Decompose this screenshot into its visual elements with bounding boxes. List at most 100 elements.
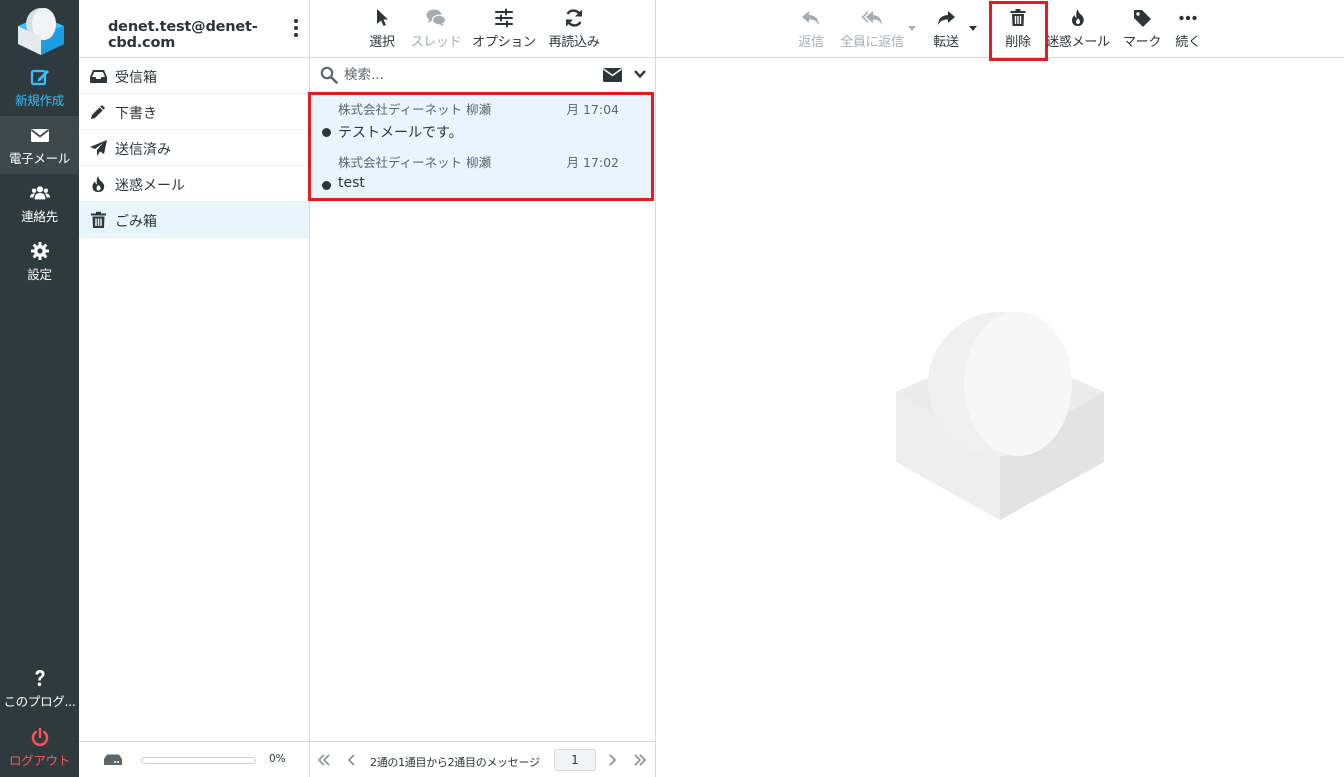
folder-trash[interactable]: ごみ箱 bbox=[79, 202, 309, 238]
roundcube-watermark-icon bbox=[896, 312, 1104, 520]
fire-icon bbox=[92, 176, 105, 192]
mark-label: マーク bbox=[1122, 35, 1162, 50]
folder-drafts[interactable]: 下書き bbox=[79, 94, 309, 130]
select-button[interactable]: 選択 bbox=[366, 0, 398, 58]
folder-sent[interactable]: 送信済み bbox=[79, 130, 309, 166]
hard-drive-icon bbox=[104, 754, 122, 765]
folder-sent-label: 送信済み bbox=[115, 142, 171, 158]
comments-icon bbox=[426, 9, 447, 27]
nav-about-label: このプログ... bbox=[3, 694, 76, 709]
reply-all-dropdown-icon[interactable] bbox=[908, 26, 916, 31]
nav-settings[interactable]: 設定 bbox=[0, 232, 79, 290]
unread-dot-icon[interactable] bbox=[322, 128, 331, 137]
account-header: denet.test@denet-cbd.com bbox=[79, 0, 309, 58]
message-view-pane: 返信 全員に返信 転送 削除 迷惑メール マーク 続く bbox=[656, 0, 1344, 777]
ellipsis-icon bbox=[1179, 15, 1197, 21]
folder-inbox[interactable]: 受信箱 bbox=[79, 58, 309, 94]
roundcube-logo-icon[interactable] bbox=[14, 4, 68, 56]
folder-junk[interactable]: 迷惑メール bbox=[79, 166, 309, 202]
forward-dropdown-icon[interactable] bbox=[969, 26, 977, 31]
message-row[interactable]: 株式会社ディーネット 柳瀬 月 17:04 テストメールです。 bbox=[310, 93, 655, 146]
forward-label: 転送 bbox=[933, 35, 959, 50]
account-menu-icon[interactable] bbox=[292, 18, 300, 40]
nav-about[interactable]: このプログ... bbox=[0, 659, 79, 717]
nav-compose-label: 新規作成 bbox=[15, 93, 64, 108]
message-subject: テストメールです。 bbox=[338, 125, 463, 141]
pointer-icon bbox=[377, 9, 388, 26]
search-icon bbox=[320, 66, 338, 84]
page-input[interactable]: 1 bbox=[554, 749, 596, 771]
refresh-icon bbox=[566, 9, 582, 27]
pencil-icon bbox=[91, 105, 105, 119]
quota-bar bbox=[141, 757, 256, 764]
reply-icon bbox=[802, 11, 819, 25]
app-nav: 新規作成 電子メール 連絡先 設定 このプログ... ログアウト bbox=[0, 0, 79, 777]
spam-label: 迷惑メール bbox=[1046, 35, 1110, 50]
more-button[interactable]: 続く bbox=[1172, 0, 1204, 58]
spam-button[interactable]: 迷惑メール bbox=[1046, 0, 1110, 58]
pager-text: 2通の1通目から2通目のメッセージ bbox=[370, 756, 540, 769]
reply-button[interactable]: 返信 bbox=[792, 0, 830, 58]
nav-contacts-label: 連絡先 bbox=[21, 209, 58, 224]
delete-label: 削除 bbox=[1005, 35, 1031, 50]
search-input[interactable] bbox=[344, 63, 594, 87]
options-button[interactable]: オプション bbox=[471, 0, 537, 58]
threads-button[interactable]: スレッド bbox=[408, 0, 464, 58]
mark-button[interactable]: マーク bbox=[1120, 0, 1164, 58]
delete-button[interactable]: 削除 bbox=[999, 0, 1037, 58]
quota-percent: 0% bbox=[269, 753, 286, 765]
folder-inbox-label: 受信箱 bbox=[115, 70, 157, 86]
envelope-filter-icon[interactable] bbox=[603, 68, 622, 82]
sliders-icon bbox=[495, 8, 513, 28]
nav-mail-label: 電子メール bbox=[8, 151, 70, 166]
envelope-icon bbox=[30, 129, 49, 142]
message-toolbar: 返信 全員に返信 転送 削除 迷惑メール マーク 続く bbox=[656, 0, 1344, 61]
options-label: オプション bbox=[472, 35, 536, 50]
message-list: 株式会社ディーネット 柳瀬 月 17:04 テストメールです。 株式会社ディーネ… bbox=[310, 93, 655, 200]
nav-logout[interactable]: ログアウト bbox=[0, 718, 79, 776]
search-bar bbox=[310, 58, 655, 92]
message-date: 月 17:02 bbox=[566, 155, 620, 170]
reply-all-label: 全員に返信 bbox=[840, 35, 904, 50]
nav-settings-label: 設定 bbox=[27, 267, 52, 282]
forward-button[interactable]: 転送 bbox=[930, 0, 962, 58]
folder-junk-label: 迷惑メール bbox=[115, 178, 185, 194]
message-subject: test bbox=[338, 175, 365, 191]
last-page-icon[interactable] bbox=[632, 752, 648, 768]
paper-plane-icon bbox=[90, 140, 107, 156]
chevron-down-icon[interactable] bbox=[634, 69, 646, 79]
trash-icon bbox=[1010, 9, 1026, 26]
reply-label: 返信 bbox=[798, 35, 824, 50]
select-label: 選択 bbox=[369, 35, 395, 50]
quota-display: 0% bbox=[79, 741, 309, 777]
users-icon bbox=[29, 186, 50, 200]
message-row[interactable]: 株式会社ディーネット 柳瀬 月 17:02 test bbox=[310, 146, 655, 199]
first-page-icon[interactable] bbox=[316, 752, 332, 768]
gear-icon bbox=[30, 242, 49, 260]
next-page-icon[interactable] bbox=[604, 752, 620, 768]
question-icon bbox=[35, 670, 44, 687]
tag-icon bbox=[1134, 10, 1151, 27]
reply-all-icon bbox=[861, 11, 882, 25]
threads-label: スレッド bbox=[410, 35, 462, 50]
nav-logout-label: ログアウト bbox=[8, 753, 70, 768]
inbox-icon bbox=[90, 70, 107, 83]
account-email: denet.test@denet-cbd.com bbox=[108, 19, 258, 51]
reply-all-button[interactable]: 全員に返信 bbox=[838, 0, 906, 58]
refresh-label: 再読込み bbox=[548, 35, 600, 50]
folder-trash-label: ごみ箱 bbox=[115, 214, 157, 230]
message-date: 月 17:04 bbox=[566, 102, 620, 117]
prev-page-icon[interactable] bbox=[344, 752, 360, 768]
more-label: 続く bbox=[1175, 35, 1201, 50]
message-sender: 株式会社ディーネット 柳瀬 bbox=[338, 102, 492, 117]
message-list-pane: 選択 スレッド オプション 再読込み 検索... 株式会社ディーネット 柳瀬 月… bbox=[308, 0, 656, 777]
refresh-button[interactable]: 再読込み bbox=[546, 0, 602, 58]
message-sender: 株式会社ディーネット 柳瀬 bbox=[338, 155, 492, 170]
nav-compose[interactable]: 新規作成 bbox=[0, 58, 79, 116]
unread-dot-icon[interactable] bbox=[322, 181, 331, 190]
compose-icon bbox=[30, 69, 49, 86]
trash-icon bbox=[91, 211, 106, 228]
nav-mail[interactable]: 電子メール bbox=[0, 116, 79, 174]
forward-icon bbox=[938, 11, 955, 25]
nav-contacts[interactable]: 連絡先 bbox=[0, 174, 79, 232]
